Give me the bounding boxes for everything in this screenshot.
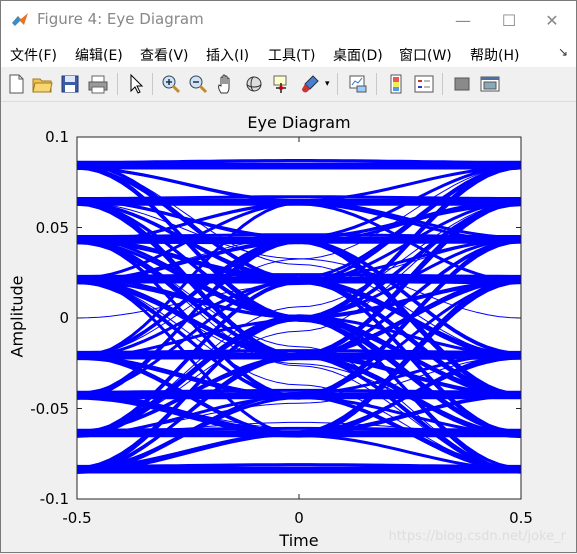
watermark-text: https://blog.csdn.net/joke_r: [388, 529, 566, 544]
figure-window: Figure 4: Eye Diagram — ☐ ✕ 文件(F) 编辑(E) …: [0, 0, 577, 553]
eye-diagram-plot[interactable]: [1, 1, 577, 554]
